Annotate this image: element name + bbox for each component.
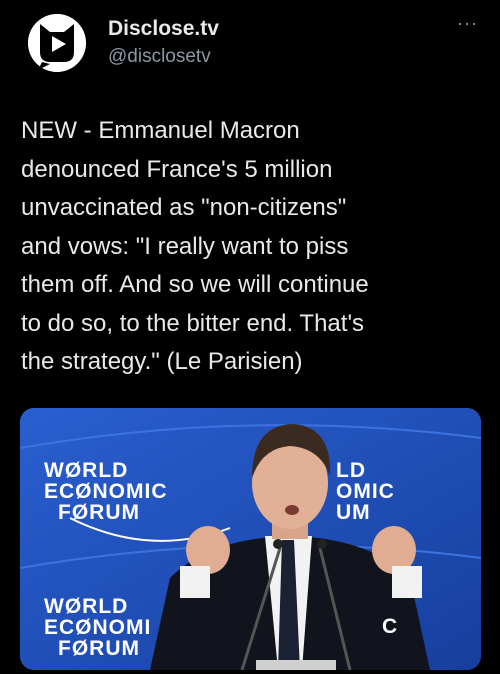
account-names: Disclose.tv @disclosetv [108,16,219,70]
tweet-header: Disclose.tv @disclosetv ··· [28,10,486,80]
wef-line: ECØNOMIC [44,480,168,503]
wef-line: OMIC [336,480,395,503]
wef-logo-right: LD OMIC UM [336,460,395,523]
wef-line: FØRUM [58,637,140,660]
tweet-text: NEW - Emmanuel Macron denounced France's… [21,117,369,375]
avatar[interactable] [28,14,86,72]
disclose-tv-logo-icon [28,14,86,72]
wef-logo-left: WØRLD ECØNOMIC FØRUM [44,460,168,523]
account-handle[interactable]: @disclosetv [108,44,219,70]
wef-line: WØRLD [44,459,129,482]
wef-line: LD [336,459,366,482]
wef-line: UM [336,501,371,524]
wef-logo-bottom: WØRLD ECØNOMI FØRUM [44,596,151,659]
wef-line: WØRLD [44,595,129,618]
tweet-media-image[interactable]: WØRLD ECØNOMIC FØRUM LD OMIC UM WØRLD EC… [20,408,481,670]
wef-line: ECØNOMI [44,616,152,639]
more-options-icon[interactable]: ··· [457,14,478,32]
wef-line: FØRUM [58,501,140,524]
wef-logo-bottom-right: C [382,615,399,638]
display-name[interactable]: Disclose.tv [108,16,219,42]
